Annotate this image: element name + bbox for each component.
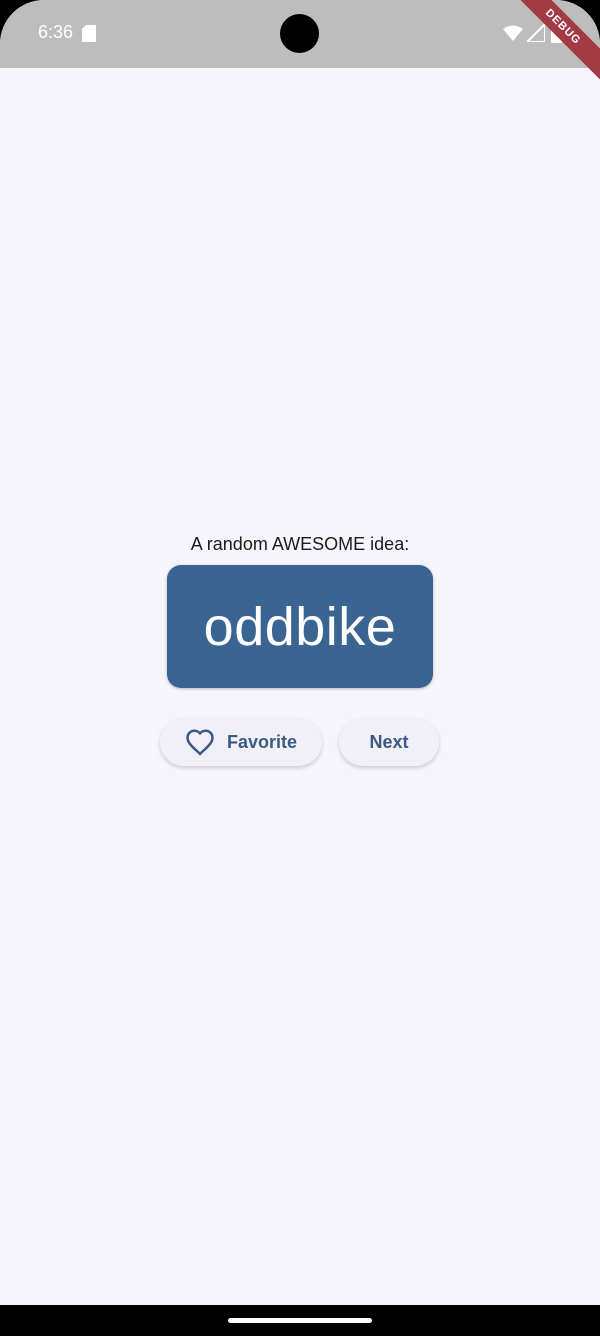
app-screen: 6:36 DEBUG A random AWESOME idea: oddbik… [0, 0, 600, 1305]
favorite-button[interactable]: Favorite [160, 718, 322, 766]
next-label: Next [369, 731, 409, 752]
status-time: 6:36 [38, 22, 74, 42]
signal-icon [527, 24, 545, 42]
wifi-icon [503, 25, 523, 41]
idea-word: oddbike [203, 596, 397, 657]
next-button[interactable]: Next [339, 718, 439, 766]
device-frame: 6:36 DEBUG A random AWESOME idea: oddbik… [0, 0, 600, 1336]
idea-card: oddbike [167, 565, 433, 688]
idea-subtitle: A random AWESOME idea: [190, 534, 410, 554]
camera-cutout [280, 14, 319, 53]
navigation-bar [0, 1305, 600, 1336]
heart-outline-icon [186, 729, 214, 756]
favorite-label: Favorite [226, 731, 298, 752]
main-content: A random AWESOME idea: oddbike Favorite … [0, 68, 600, 1305]
sd-card-icon [82, 25, 96, 42]
home-gesture-handle[interactable] [228, 1318, 372, 1323]
status-bar: 6:36 DEBUG [0, 0, 600, 88]
